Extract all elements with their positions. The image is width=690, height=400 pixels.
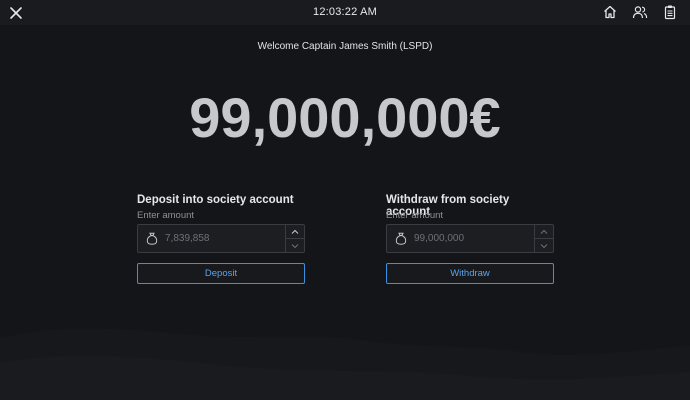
deposit-increment-button[interactable] <box>286 225 304 239</box>
withdraw-decrement-button[interactable] <box>535 239 553 252</box>
withdraw-title: Withdraw from society account <box>386 194 510 218</box>
money-bag-icon <box>146 232 158 245</box>
background-wave <box>0 328 690 400</box>
deposit-subtitle: Enter amount <box>137 210 195 221</box>
chevron-down-icon <box>291 243 299 248</box>
clock-time: 12:03:22 AM <box>313 6 377 18</box>
users-icon[interactable] <box>632 4 648 20</box>
clipboard-icon[interactable] <box>662 4 678 20</box>
deposit-amount-input[interactable] <box>165 225 283 252</box>
deposit-title: Deposit into society account <box>137 194 294 206</box>
deposit-panel: Deposit into society account Enter amoun… <box>137 194 305 284</box>
money-bag-icon <box>395 232 407 245</box>
top-icons <box>602 4 678 20</box>
banking-app: 12:03:22 AM Welcome Captain James Smith … <box>0 0 690 400</box>
withdraw-subtitle: Enter amount <box>386 210 444 221</box>
withdraw-panel: Withdraw from society account Enter amou… <box>386 194 554 284</box>
withdraw-stepper <box>534 225 553 252</box>
withdraw-button[interactable]: Withdraw <box>386 263 554 284</box>
deposit-button[interactable]: Deposit <box>137 263 305 284</box>
welcome-message: Welcome Captain James Smith (LSPD) <box>257 41 433 52</box>
withdraw-amount-field <box>386 224 554 253</box>
withdraw-amount-input[interactable] <box>414 225 532 252</box>
home-icon[interactable] <box>602 4 618 20</box>
deposit-amount-field <box>137 224 305 253</box>
chevron-down-icon <box>540 243 548 248</box>
chevron-up-icon <box>540 229 548 234</box>
deposit-stepper <box>285 225 304 252</box>
deposit-decrement-button[interactable] <box>286 239 304 252</box>
account-balance: 99,000,000€ <box>189 86 501 149</box>
top-bar: 12:03:22 AM <box>0 0 690 25</box>
chevron-up-icon <box>291 229 299 234</box>
withdraw-increment-button[interactable] <box>535 225 553 239</box>
